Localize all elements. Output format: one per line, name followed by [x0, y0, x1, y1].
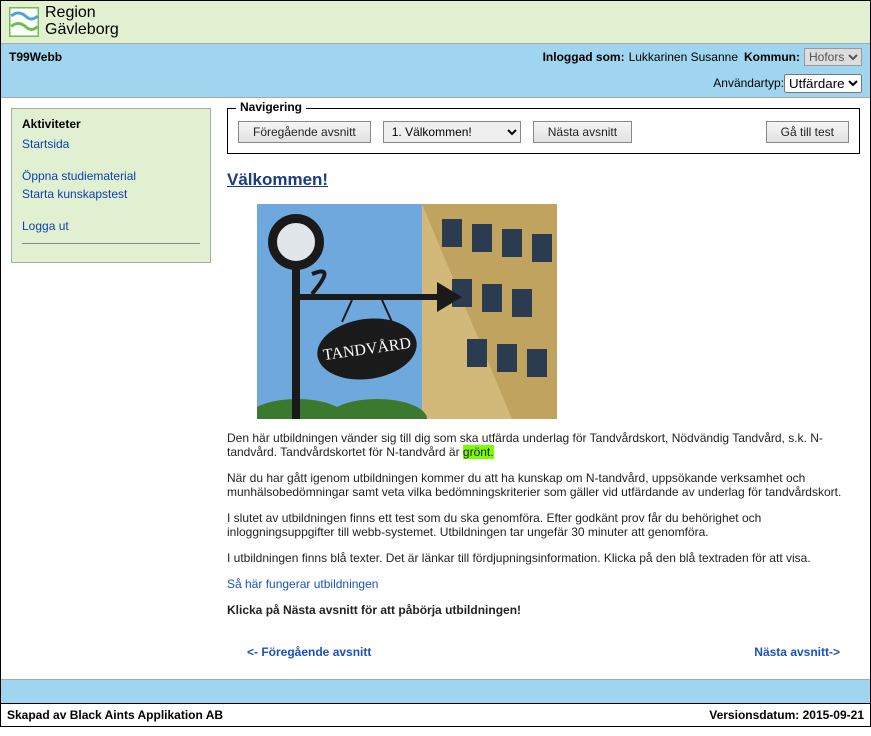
brand-logo: Region Gävleborg: [9, 5, 119, 39]
sidebar-link-open-study[interactable]: Öppna studiematerial: [22, 169, 200, 183]
bottom-blue-bar: [1, 679, 870, 703]
sidebar-title: Aktiviteter: [22, 117, 200, 131]
p2: När du har gått igenom utbildningen komm…: [227, 471, 860, 499]
header-bar: Region Gävleborg: [1, 1, 870, 44]
p1a: Den här utbildningen vänder sig till dig…: [227, 431, 823, 459]
usertype-select[interactable]: Utfärdare: [784, 74, 862, 93]
app-name: T99Webb: [9, 50, 62, 64]
username-value: Lukkarinen Susanne: [629, 50, 738, 64]
kommun-label: Kommun:: [744, 50, 800, 64]
p5: Klicka på Nästa avsnitt för att påbörja …: [227, 603, 860, 617]
bottom-next-link[interactable]: Nästa avsnitt->: [754, 645, 840, 659]
p4: I utbildningen finns blå texter. Det är …: [227, 551, 860, 565]
navigation-legend: Navigering: [236, 100, 306, 114]
footer-right: Versionsdatum: 2015-09-21: [709, 708, 864, 722]
p1-highlight: grönt.: [463, 445, 494, 459]
kommun-select[interactable]: Hofors: [804, 48, 862, 66]
sidebar: Aktiviteter Startsida Öppna studiemateri…: [11, 108, 211, 263]
goto-test-button[interactable]: Gå till test: [766, 121, 849, 143]
content-paragraphs: Den här utbildningen vänder sig till dig…: [227, 431, 860, 617]
prev-section-button[interactable]: Föregående avsnitt: [238, 121, 371, 143]
logged-in-label: Inloggad som:: [543, 50, 625, 64]
navigation-fieldset: Navigering Föregående avsnitt 1. Välkomm…: [227, 108, 860, 154]
how-it-works-link[interactable]: Så här fungerar utbildningen: [227, 577, 378, 591]
sidebar-link-start[interactable]: Startsida: [22, 137, 200, 151]
page-title: Välkommen!: [227, 170, 860, 190]
brand-line2: Gävleborg: [45, 21, 119, 38]
sidebar-divider: [22, 243, 200, 244]
next-section-button[interactable]: Nästa avsnitt: [533, 121, 632, 143]
topbar-secondary: Användartyp: Utfärdare: [1, 70, 870, 98]
sidebar-link-logout[interactable]: Logga ut: [22, 219, 200, 233]
hero-image: TANDVÅRD: [257, 204, 557, 419]
brand-line1: Region: [45, 5, 119, 22]
tandvard-sign-illustration-icon: TANDVÅRD: [257, 204, 557, 419]
usertype-label: Användartyp:: [713, 76, 784, 90]
footer: Skapad av Black Aints Applikation AB Ver…: [1, 703, 870, 726]
region-logo-icon: [9, 7, 39, 37]
footer-left: Skapad av Black Aints Applikation AB: [7, 708, 223, 722]
section-select[interactable]: 1. Välkommen!: [383, 121, 521, 143]
sidebar-link-start-test[interactable]: Starta kunskapstest: [22, 187, 200, 201]
bottom-prev-link[interactable]: <- Föregående avsnitt: [247, 645, 371, 659]
p3: I slutet av utbildningen finns ett test …: [227, 511, 860, 539]
topbar: T99Webb Inloggad som: Lukkarinen Susanne…: [1, 44, 870, 70]
